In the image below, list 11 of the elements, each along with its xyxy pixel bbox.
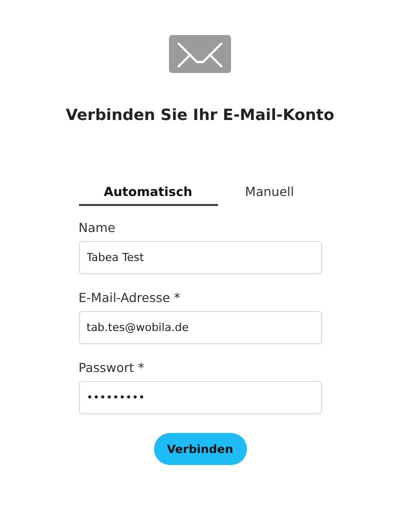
page-title: Verbinden Sie Ihr E-Mail-Konto (66, 106, 334, 124)
tab[interactable]: Automatisch (78, 184, 218, 206)
input-field[interactable]: tab.tes@wobila.de (78, 311, 322, 344)
envelope-icon (169, 35, 231, 73)
field-label: Name (78, 220, 116, 235)
field-label: Passwort * (78, 360, 146, 375)
input-field[interactable]: ••••••••• (78, 381, 322, 414)
connect-button[interactable]: Verbinden (154, 433, 246, 465)
input-field[interactable]: Tabea Test (78, 241, 322, 274)
field-label: E-Mail-Adresse * (78, 290, 182, 305)
tab[interactable]: Manuell (218, 184, 322, 206)
